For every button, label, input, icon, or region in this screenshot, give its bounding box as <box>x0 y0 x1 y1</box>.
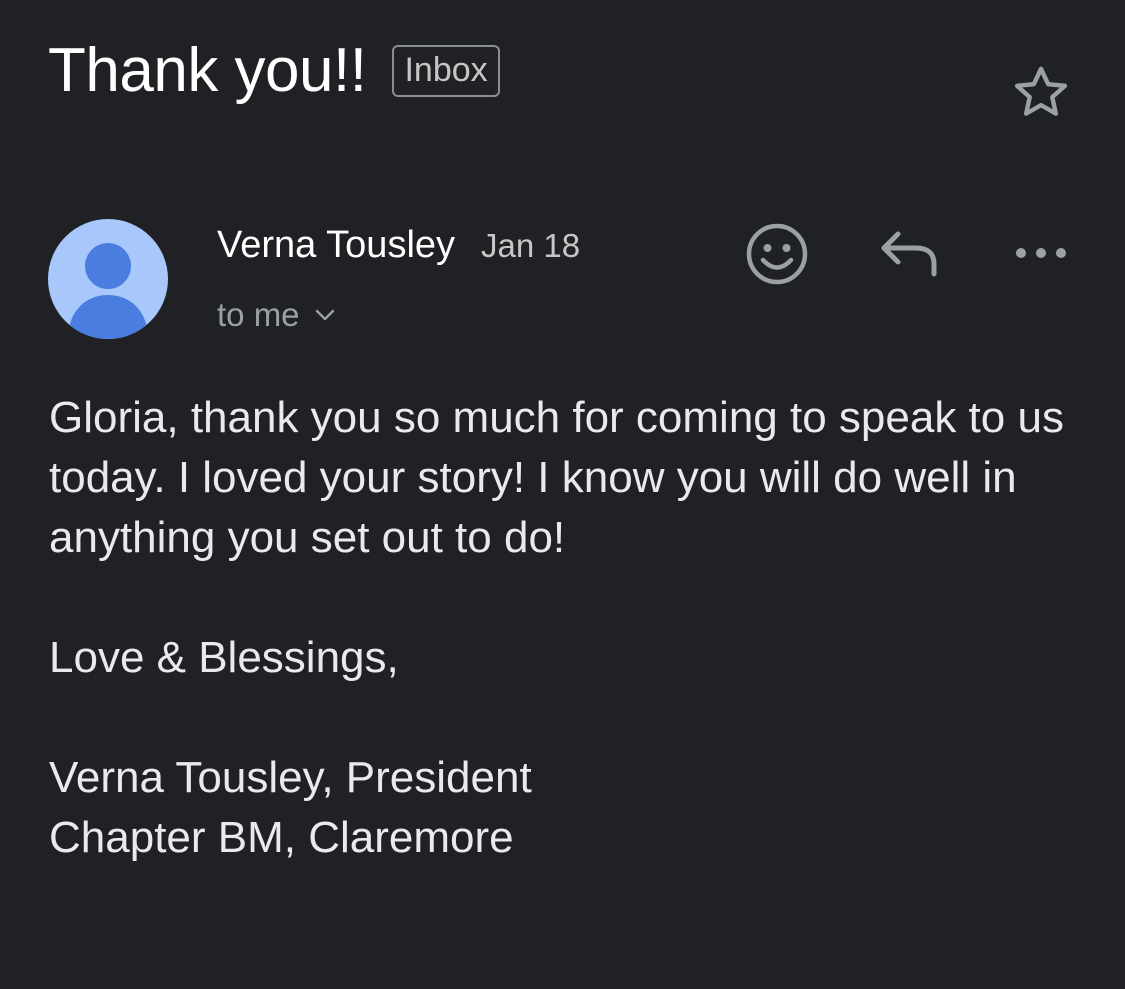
email-body: Gloria, thank you so much for coming to … <box>49 393 1064 862</box>
more-options-icon[interactable] <box>1012 240 1070 266</box>
sender-line: Verna Tousley Jan 18 <box>217 224 580 267</box>
email-subject: Thank you!! <box>48 36 367 105</box>
star-icon[interactable] <box>1008 60 1074 126</box>
email-subject-row: Thank you!! Inbox <box>48 40 500 102</box>
inbox-label-chip[interactable]: Inbox <box>392 45 500 97</box>
sender-name: Verna Tousley <box>217 224 456 266</box>
message-date: Jan 18 <box>481 227 581 264</box>
sender-avatar[interactable] <box>48 219 168 339</box>
person-avatar-icon <box>68 243 148 339</box>
emoji-reaction-icon[interactable] <box>744 221 810 287</box>
recipient-details-toggle[interactable]: to me <box>217 296 336 334</box>
chevron-down-icon <box>315 309 334 321</box>
reply-icon[interactable] <box>878 226 942 282</box>
recipient-label: to me <box>217 296 300 333</box>
